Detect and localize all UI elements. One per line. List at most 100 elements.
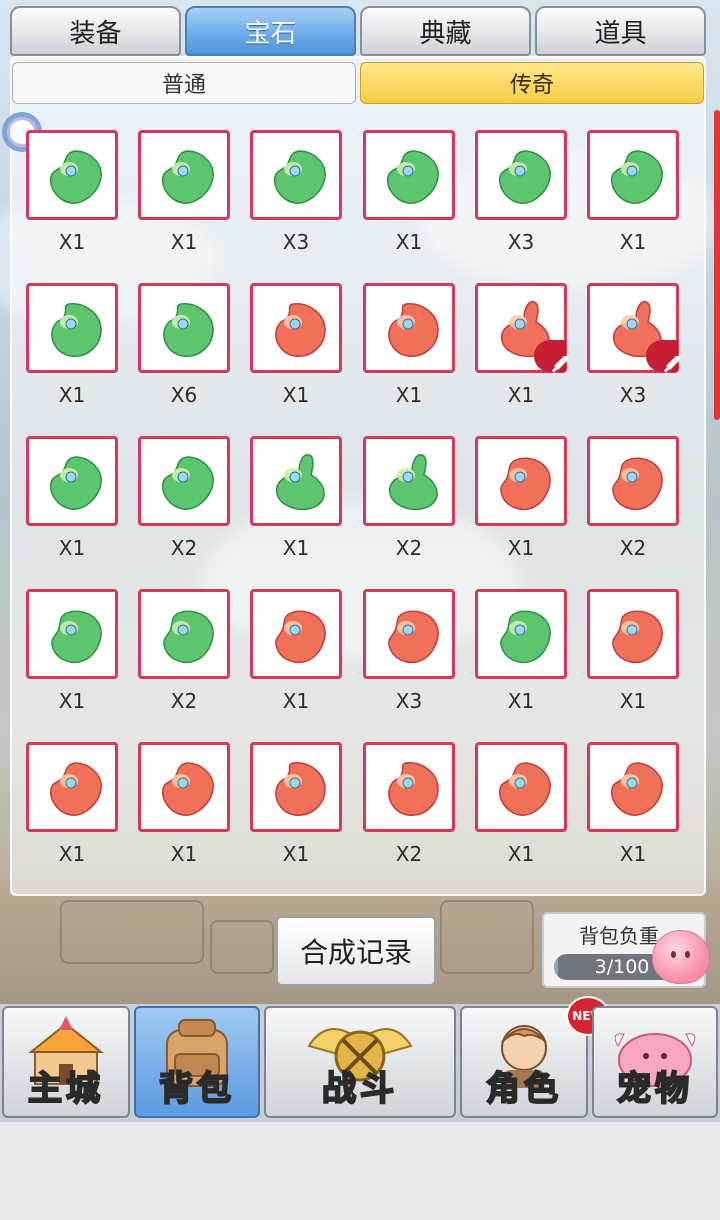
gem-cell[interactable]: X1 [138, 130, 230, 254]
gem-slot[interactable] [138, 130, 230, 220]
subtab-legendary[interactable]: 传奇 [360, 62, 704, 104]
poring-mascot-icon[interactable] [652, 930, 710, 984]
gem-slot[interactable] [363, 742, 455, 832]
gem-quantity: X1 [282, 842, 310, 866]
green-gem-icon [611, 150, 663, 204]
gem-slot[interactable] [363, 436, 455, 526]
gem-quantity: X1 [395, 230, 423, 254]
gem-slot[interactable] [26, 436, 118, 526]
tab-collection[interactable]: 典藏 [360, 6, 531, 56]
gem-quantity: X3 [507, 230, 535, 254]
gem-slot[interactable] [475, 130, 567, 220]
gem-quantity: X1 [619, 842, 647, 866]
gem-quantity: X3 [619, 383, 647, 407]
gem-quantity: X1 [58, 230, 86, 254]
gem-cell[interactable]: X1 [475, 742, 567, 866]
gem-slot[interactable] [587, 283, 680, 373]
red-gem-icon [499, 762, 551, 816]
gem-slot[interactable] [475, 283, 568, 373]
gem-slot[interactable] [250, 283, 342, 373]
green-gem-icon [163, 303, 214, 357]
gem-quantity: X1 [282, 383, 310, 407]
gem-cell[interactable]: X2 [587, 436, 679, 560]
gem-cell[interactable]: X2 [363, 436, 455, 560]
gem-cell[interactable]: X1 [475, 283, 568, 407]
gem-cell[interactable]: X1 [250, 742, 342, 866]
gem-slot[interactable] [250, 589, 342, 679]
gem-cell[interactable]: X3 [250, 130, 342, 254]
scrollbar[interactable] [714, 110, 720, 420]
gem-cell[interactable]: X1 [26, 589, 118, 713]
gem-cell[interactable]: X1 [475, 436, 567, 560]
gem-cell[interactable]: X3 [363, 589, 455, 713]
gem-cell[interactable]: X1 [250, 283, 342, 407]
gem-slot[interactable] [587, 589, 679, 679]
gem-cell[interactable]: X2 [138, 589, 230, 713]
green-gem-icon [162, 456, 214, 510]
synthesis-record-button[interactable]: 合成记录 [276, 916, 436, 986]
gem-slot[interactable] [138, 742, 230, 832]
tab-items[interactable]: 道具 [535, 6, 706, 56]
green-gem-icon [274, 150, 326, 204]
sword-badge-icon [646, 340, 680, 373]
gem-cell[interactable]: X6 [138, 283, 230, 407]
gem-slot[interactable] [475, 589, 567, 679]
gem-quantity: X2 [619, 536, 647, 560]
nav-battle[interactable]: 战斗 [264, 1006, 456, 1118]
gem-quantity: X1 [507, 842, 535, 866]
red-gem-icon [275, 762, 326, 816]
gem-slot[interactable] [138, 436, 230, 526]
gem-cell[interactable]: X1 [475, 589, 567, 713]
gem-cell[interactable]: X1 [363, 283, 455, 407]
gem-quantity: X1 [282, 536, 310, 560]
gem-cell[interactable]: X1 [587, 742, 679, 866]
gem-slot[interactable] [587, 742, 679, 832]
subtab-normal[interactable]: 普通 [12, 62, 356, 104]
gem-cell[interactable]: X1 [250, 589, 342, 713]
red-gem-icon [611, 762, 663, 816]
gem-slot[interactable] [363, 130, 455, 220]
gem-quantity: X1 [395, 383, 423, 407]
nav-main-city-label: 主城 [27, 1068, 104, 1110]
gem-slot[interactable] [250, 436, 342, 526]
gem-slot[interactable] [475, 436, 567, 526]
gem-cell[interactable]: X2 [363, 742, 455, 866]
gem-cell[interactable]: X1 [363, 130, 455, 254]
gem-slot[interactable] [26, 130, 118, 220]
gem-slot[interactable] [26, 283, 118, 373]
gem-slot[interactable] [363, 283, 455, 373]
gem-cell[interactable]: X1 [26, 283, 118, 407]
gem-cell[interactable]: X1 [26, 742, 118, 866]
gem-cell[interactable]: X3 [587, 283, 680, 407]
gem-cell[interactable]: X1 [587, 130, 679, 254]
gem-slot[interactable] [250, 742, 342, 832]
gem-slot[interactable] [26, 589, 118, 679]
gem-slot[interactable] [475, 742, 567, 832]
nav-backpack[interactable]: 背包 [134, 1006, 260, 1118]
gem-cell[interactable]: X1 [26, 130, 118, 254]
red-gem-icon [388, 762, 439, 816]
gem-slot[interactable] [138, 589, 230, 679]
red-gem-icon [50, 762, 102, 816]
nav-main-city[interactable]: 主城 [2, 1006, 130, 1118]
gem-cell[interactable]: X1 [26, 436, 118, 560]
gem-cell[interactable]: X2 [138, 436, 230, 560]
gem-slot[interactable] [250, 130, 342, 220]
gem-cell[interactable]: X1 [138, 742, 230, 866]
gem-cell[interactable]: X1 [587, 589, 679, 713]
gem-cell[interactable]: X1 [250, 436, 342, 560]
gem-quantity: X6 [170, 383, 198, 407]
tab-gems[interactable]: 宝石 [185, 6, 356, 56]
gem-slot[interactable] [587, 436, 679, 526]
green-gem-icon [499, 150, 551, 204]
tab-equipment[interactable]: 装备 [10, 6, 181, 56]
gem-cell[interactable]: X3 [475, 130, 567, 254]
red-gem-icon [500, 457, 551, 511]
gem-quantity: X1 [619, 689, 647, 713]
gem-slot[interactable] [26, 742, 118, 832]
nav-pet[interactable]: 宠物 [592, 1006, 718, 1118]
gem-slot[interactable] [587, 130, 679, 220]
gem-slot[interactable] [138, 283, 230, 373]
gem-quantity: X2 [170, 689, 198, 713]
gem-slot[interactable] [363, 589, 455, 679]
